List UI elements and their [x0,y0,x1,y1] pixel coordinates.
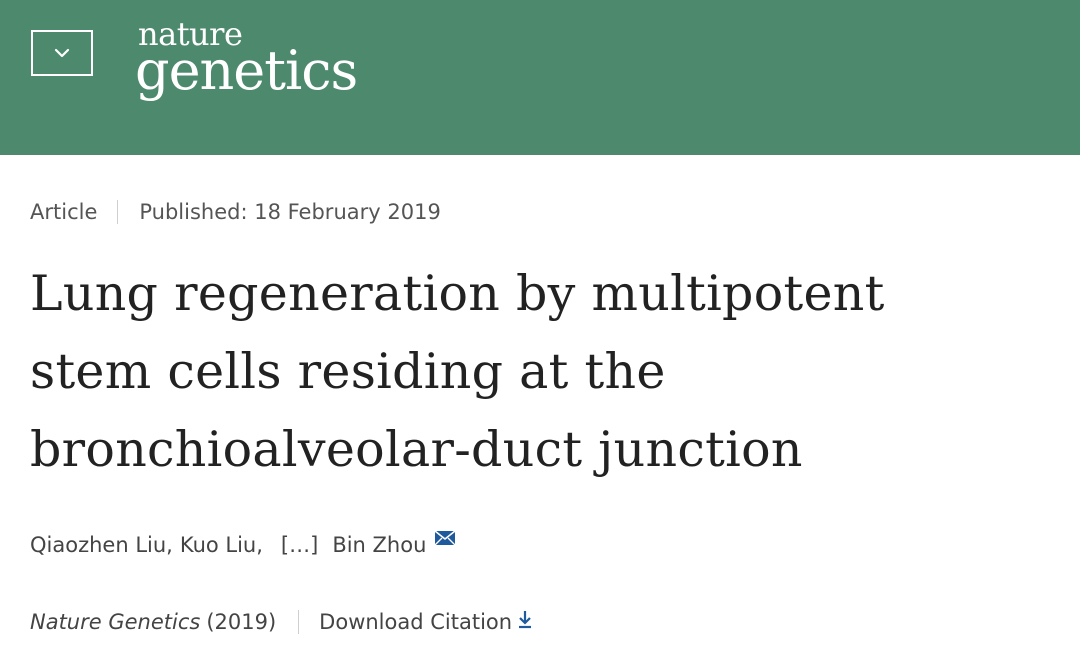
mail-icon[interactable] [434,527,456,551]
title-line: Lung regeneration by multipotent [30,265,885,322]
show-all-authors-button[interactable]: […] [281,533,318,557]
divider [298,609,300,634]
menu-toggle-button[interactable] [31,30,93,76]
chevron-down-icon [54,48,70,58]
author-link[interactable]: Qiaozhen Liu, [30,533,173,557]
logo-bottom-text: genetics [135,39,358,102]
journal-year: (2019) [206,609,277,634]
download-citation-button[interactable]: Download Citation [319,609,533,634]
journal-name: Nature Genetics [30,609,201,634]
article-meta: Article Published: 18 February 2019 [30,200,441,224]
author-list: Qiaozhen Liu, Kuo Liu, […] Bin Zhou [30,530,456,557]
article-title: Lung regeneration by multipotent stem ce… [30,255,1030,489]
author-link[interactable]: Kuo Liu, [180,533,263,557]
title-line: stem cells residing at the [30,343,666,400]
title-line: bronchioalveolar-duct junction [30,421,803,478]
article-type: Article [30,200,98,224]
author-link[interactable]: Bin Zhou [332,533,426,557]
divider [117,200,119,224]
citation-line: Nature Genetics (2019) Download Citation [30,609,533,634]
published-date: Published: 18 February 2019 [139,200,441,224]
site-header: nature genetics [0,0,1080,155]
download-icon [517,609,533,634]
journal-logo[interactable]: nature genetics [135,18,358,102]
download-citation-label: Download Citation [319,609,513,634]
